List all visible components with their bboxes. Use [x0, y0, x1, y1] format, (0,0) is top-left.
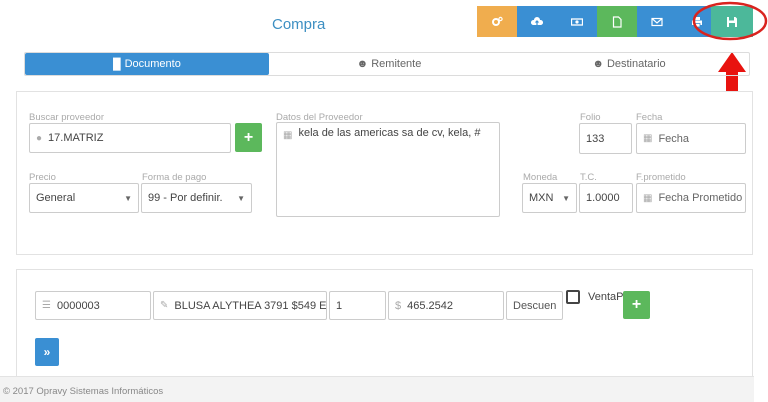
add-supplier-button[interactable]: +	[235, 123, 262, 152]
caret-down-icon: ▼	[237, 193, 245, 203]
copyright-text: © 2017 Opravy Sistemas Informáticos	[3, 386, 164, 397]
user-icon: ☻	[356, 58, 369, 70]
item-panel	[16, 269, 753, 379]
moneda-label: Moneda	[523, 172, 558, 183]
product-description-input[interactable]: ✎ BLUSA ALYTHEA 3791 $549 ES	[153, 291, 327, 320]
upload-button[interactable]	[517, 6, 557, 37]
next-button[interactable]: »	[35, 338, 59, 366]
fecha-prometido-label: F.prometido	[636, 172, 686, 183]
add-item-button[interactable]: +	[623, 291, 650, 319]
money-icon	[571, 17, 583, 26]
tab-remitente[interactable]: ☻ Remitente	[269, 53, 509, 75]
user-icon: ●	[36, 132, 43, 144]
exchange-rate-input[interactable]: 1.0000	[579, 183, 633, 213]
file-icon	[612, 15, 622, 28]
forma-pago-label: Forma de pago	[142, 172, 207, 183]
venta-publico-checkbox[interactable]	[566, 290, 580, 304]
caret-down-icon: ▼	[562, 193, 570, 203]
money-button[interactable]	[557, 6, 597, 37]
page-title: Compra	[272, 16, 326, 33]
price-input[interactable]: $ 465.2542	[388, 291, 504, 320]
calendar-icon: ▦	[643, 133, 653, 144]
envelope-icon	[651, 17, 663, 26]
new-document-button[interactable]	[597, 6, 637, 37]
folio-input[interactable]: 133	[579, 123, 632, 154]
tc-label: T.C.	[580, 172, 597, 183]
discount-input[interactable]: Descuen	[506, 291, 563, 320]
settings-button[interactable]	[477, 6, 517, 37]
file-icon: ▉	[113, 58, 122, 71]
price-list-select[interactable]: General ▼	[29, 183, 139, 213]
dollar-icon: $	[395, 299, 402, 312]
payment-method-select[interactable]: 99 - Por definir. ▼	[141, 183, 252, 213]
email-button[interactable]	[637, 6, 677, 37]
fecha-label: Fecha	[636, 112, 663, 123]
supplier-data-textarea[interactable]: ▦ kela de las americas sa de cv, kela, #	[276, 122, 500, 217]
barcode-icon: ☰	[42, 300, 51, 311]
tab-destinatario[interactable]: ☻ Destinatario	[509, 53, 749, 75]
date-input[interactable]: ▦ Fecha	[636, 123, 746, 154]
tab-bar: ▉ Documento ☻ Remitente ☻ Destinatario	[24, 52, 750, 76]
plus-icon: +	[243, 128, 254, 146]
building-icon: ▦	[283, 130, 293, 141]
product-code-input[interactable]: ☰ 0000003	[35, 291, 151, 320]
plus-icon: +	[631, 296, 642, 313]
supplier-search-input[interactable]: ● 17.MATRIZ	[29, 123, 231, 153]
calendar-icon: ▦	[643, 192, 653, 204]
precio-label: Precio	[29, 172, 56, 183]
buscar-proveedor-label: Buscar proveedor	[29, 112, 104, 123]
double-chevron-right-icon: »	[43, 345, 51, 359]
user-icon: ☻	[592, 58, 604, 70]
edit-icon: ✎	[160, 300, 169, 311]
promised-date-input[interactable]: ▦ Fecha Prometido	[636, 183, 746, 213]
folio-label: Folio	[580, 112, 601, 123]
tab-documento[interactable]: ▉ Documento	[25, 53, 269, 75]
cloud-upload-icon	[531, 16, 543, 25]
cogs-icon	[492, 16, 503, 26]
caret-down-icon: ▼	[124, 193, 132, 203]
footer: © 2017 Opravy Sistemas Informáticos	[0, 376, 754, 402]
quantity-input[interactable]: 1	[329, 291, 386, 320]
currency-select[interactable]: MXN ▼	[522, 183, 577, 213]
